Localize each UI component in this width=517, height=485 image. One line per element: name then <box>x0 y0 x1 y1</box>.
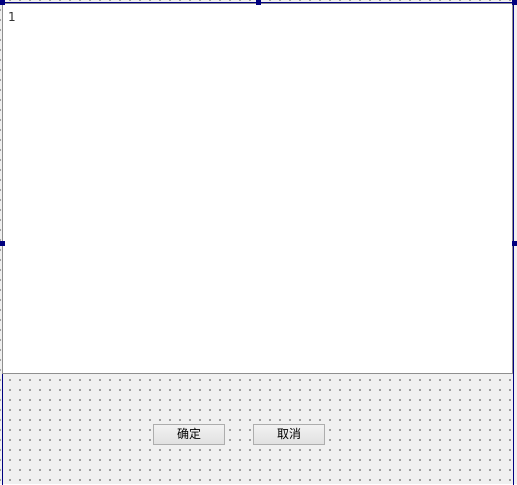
text-edit-area[interactable]: 1 <box>2 3 513 374</box>
resize-handle-top-left[interactable] <box>0 0 5 5</box>
ok-button[interactable]: 确定 <box>153 424 225 445</box>
form-canvas: 1 确定 取消 <box>0 0 517 485</box>
resize-handle-top-right[interactable] <box>512 0 517 5</box>
resize-handle-right[interactable] <box>512 241 517 246</box>
text-edit-content: 1 <box>8 10 16 24</box>
resize-handle-top[interactable] <box>256 0 261 5</box>
resize-handle-left[interactable] <box>0 241 5 246</box>
cancel-button[interactable]: 取消 <box>253 424 325 445</box>
